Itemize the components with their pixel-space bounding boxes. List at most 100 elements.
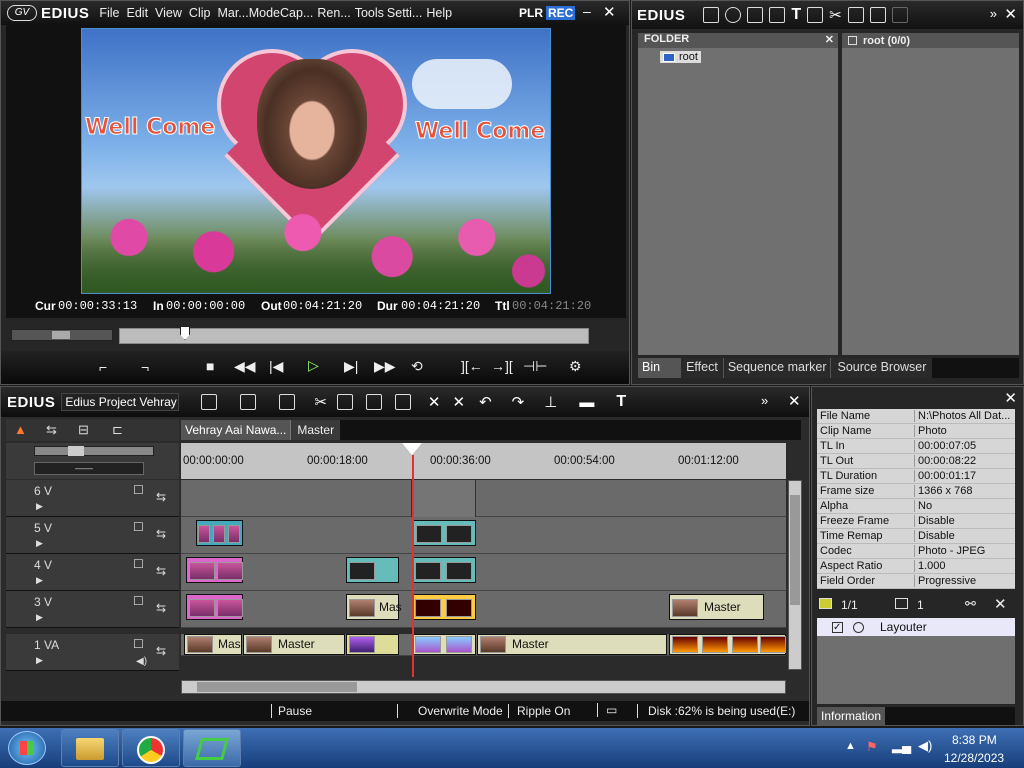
- track-6v-patch-icon[interactable]: ⇆: [156, 490, 166, 504]
- folder-close-icon[interactable]: ✕: [825, 33, 834, 46]
- track-5v-visibility-icon[interactable]: ☐: [133, 520, 144, 534]
- link-icon[interactable]: ⇆: [46, 422, 57, 438]
- clock-date[interactable]: 12/28/2023: [944, 751, 1004, 765]
- menu-clip[interactable]: Clip: [189, 6, 211, 20]
- clip-1va-c[interactable]: [346, 634, 399, 655]
- track-header-3v[interactable]: 3 V ☐ ▶ ⇆: [6, 591, 179, 628]
- tab-effect[interactable]: Effect: [680, 358, 723, 378]
- network-flag-icon[interactable]: ⚑: [866, 739, 878, 755]
- replace-icon[interactable]: [394, 394, 411, 410]
- add-clip-icon[interactable]: [769, 7, 786, 23]
- info-close-icon[interactable]: ✕: [1004, 389, 1017, 407]
- up-folder-icon[interactable]: [747, 7, 764, 23]
- match-frame-icon[interactable]: ⊣⊢: [523, 358, 547, 375]
- open-project-icon[interactable]: [240, 394, 257, 410]
- step-back-icon[interactable]: |◀: [269, 358, 283, 375]
- menu-tools[interactable]: Tools: [355, 6, 384, 20]
- timeline-cut-icon[interactable]: ✂: [314, 393, 327, 411]
- clip-1va-e[interactable]: Master: [477, 634, 667, 655]
- tab-bin[interactable]: Bin: [638, 358, 681, 378]
- search-icon[interactable]: [725, 7, 742, 23]
- bin-close-icon[interactable]: ✕: [1004, 5, 1017, 23]
- properties-icon[interactable]: [891, 7, 908, 23]
- zoom-handle[interactable]: [68, 446, 84, 456]
- show-hidden-icons[interactable]: ▲: [845, 740, 856, 752]
- ripple-icon[interactable]: ⊏: [112, 422, 123, 438]
- group-icon[interactable]: ⊟: [78, 422, 89, 438]
- ripple-delete-icon[interactable]: ✕: [453, 393, 466, 411]
- stop-icon[interactable]: ■: [206, 358, 214, 374]
- set-in-icon[interactable]: ⌐: [99, 359, 107, 375]
- menu-marker[interactable]: Mar...: [217, 6, 248, 20]
- track-header-1va[interactable]: 1 VA ☐ ▶ ⇆ ◀): [6, 634, 179, 671]
- more-icon[interactable]: »: [990, 6, 997, 21]
- track-4v-patch-icon[interactable]: ⇆: [156, 564, 166, 578]
- clip-1va-a[interactable]: Mas: [184, 634, 242, 655]
- timeline-ruler[interactable]: 00:00:00:00 00:00:18:00 00:00:36:00 00:0…: [181, 443, 786, 479]
- redo-icon[interactable]: ↷: [512, 393, 525, 411]
- rewind-icon[interactable]: ◀◀: [234, 358, 256, 375]
- track-1va-visibility-icon[interactable]: ☐: [133, 637, 144, 651]
- volume-icon[interactable]: ◀): [918, 738, 932, 754]
- sync-lock-icon[interactable]: ▲: [14, 422, 27, 437]
- undo-icon[interactable]: ↶: [479, 393, 492, 411]
- track-6v-expand-icon[interactable]: ▶: [36, 501, 43, 512]
- vertical-scrollbar[interactable]: [788, 480, 802, 670]
- clip-4v-b[interactable]: [346, 557, 399, 583]
- clip-3v-c[interactable]: [412, 594, 476, 620]
- track-1va-audio-icon[interactable]: ◀): [136, 656, 147, 667]
- clip-5v-b[interactable]: [412, 520, 476, 546]
- track-6v-visibility-icon[interactable]: ☐: [133, 483, 144, 497]
- rec-button[interactable]: REC: [546, 6, 576, 20]
- tab-sequence-1[interactable]: Vehray Aai Nawa...: [181, 420, 291, 440]
- horizontal-scroll-thumb[interactable]: [197, 682, 357, 692]
- add-title-icon[interactable]: T: [791, 6, 801, 24]
- track-area-3v[interactable]: Mas Master: [181, 591, 786, 628]
- shuttle-slider[interactable]: [11, 329, 113, 341]
- clock-time[interactable]: 8:38 PM: [952, 733, 997, 747]
- clip-4v-a[interactable]: [186, 557, 243, 583]
- scale-select[interactable]: ——: [34, 462, 144, 475]
- menu-edit[interactable]: Edit: [127, 6, 149, 20]
- timeline-title-icon[interactable]: T: [616, 393, 626, 411]
- clip-3v-a[interactable]: [186, 594, 243, 620]
- new-sequence-icon[interactable]: [201, 394, 218, 410]
- mixer-icon[interactable]: ▬: [579, 394, 594, 411]
- filter-icon[interactable]: [895, 598, 908, 609]
- effect-enable-checkbox[interactable]: ✓: [832, 621, 843, 633]
- paste-icon[interactable]: [869, 7, 886, 23]
- timeline-more-icon[interactable]: »: [761, 393, 768, 408]
- track-area-5v[interactable]: [181, 517, 786, 554]
- track-3v-visibility-icon[interactable]: ☐: [133, 594, 144, 608]
- clip-4v-c[interactable]: [412, 557, 476, 583]
- clip-5v-a[interactable]: [196, 520, 243, 546]
- minimize-icon[interactable]: –: [583, 3, 591, 19]
- track-3v-patch-icon[interactable]: ⇆: [156, 601, 166, 615]
- plr-button[interactable]: PLR: [519, 6, 543, 20]
- timeline-cursor-handle[interactable]: [402, 443, 422, 455]
- menu-mode[interactable]: Mode: [249, 6, 280, 20]
- zoom-slider[interactable]: [34, 446, 154, 456]
- loop-icon[interactable]: ⟲: [411, 358, 423, 375]
- insert-to-timeline-icon[interactable]: ][←: [461, 358, 483, 374]
- status-monitor-icon[interactable]: ▭: [597, 703, 617, 717]
- menu-file[interactable]: File: [99, 6, 119, 20]
- fast-forward-icon[interactable]: ▶▶: [374, 358, 396, 375]
- delete-icon[interactable]: ✕: [428, 393, 441, 411]
- track-header-5v[interactable]: 5 V ☐ ▶ ⇆: [6, 517, 179, 554]
- effect-item-layouter[interactable]: ✓ Layouter: [817, 618, 1015, 636]
- delete-effect-icon[interactable]: ✕: [994, 595, 1007, 613]
- menu-settings[interactable]: Setti...: [387, 6, 422, 20]
- menu-capture[interactable]: Cap...: [280, 6, 313, 20]
- position-slider[interactable]: [119, 326, 589, 344]
- timeline-close-icon[interactable]: ✕: [788, 392, 801, 410]
- track-3v-expand-icon[interactable]: ▶: [36, 612, 43, 623]
- overwrite-to-timeline-icon[interactable]: →][: [491, 358, 513, 374]
- player-options-icon[interactable]: ⚙: [569, 358, 582, 375]
- clip-1va-f[interactable]: [669, 634, 786, 655]
- clip-3v-b[interactable]: Mas: [346, 594, 402, 620]
- effect-settings-icon[interactable]: ⚯: [965, 596, 976, 612]
- clip-1va-b[interactable]: Master: [243, 634, 345, 655]
- playhead-handle[interactable]: [180, 326, 190, 340]
- step-forward-icon[interactable]: ▶|: [344, 358, 358, 375]
